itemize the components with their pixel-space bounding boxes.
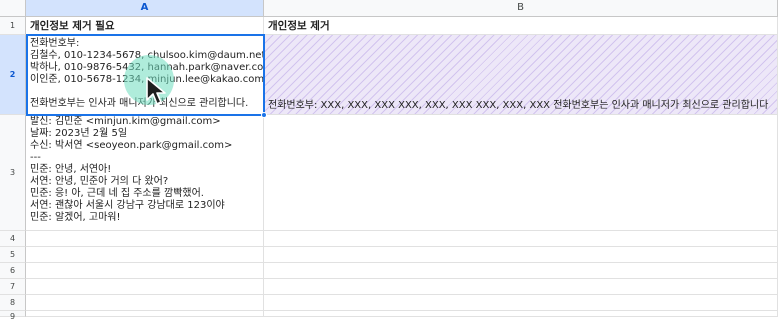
cell-b1[interactable]: 개인정보 제거 [264, 17, 778, 35]
cell-a1[interactable]: 개인정보 제거 필요 [26, 17, 264, 35]
cell-b3[interactable] [264, 115, 778, 231]
cell-b4[interactable] [264, 231, 778, 247]
mouse-pointer-icon [146, 77, 166, 105]
cell-a9[interactable] [26, 311, 264, 317]
row-header-8[interactable]: 8 [0, 295, 26, 311]
cell-a3[interactable]: 발신: 김민준 <minjun.kim@gmail.com> 날짜: 2023년… [26, 115, 264, 231]
cell-a7[interactable] [26, 279, 264, 295]
row-header-4[interactable]: 4 [0, 231, 26, 247]
row-header-5[interactable]: 5 [0, 247, 26, 263]
fill-handle[interactable] [261, 112, 267, 118]
cell-a8[interactable] [26, 295, 264, 311]
cell-a4[interactable] [26, 231, 264, 247]
cell-b6[interactable] [264, 263, 778, 279]
spreadsheet-grid: A B 1 2 3 4 5 6 7 8 9 개인정보 제거 필요 개인정보 제거… [0, 0, 778, 321]
row-header-2[interactable]: 2 [0, 35, 26, 115]
cell-b2[interactable]: 전화번호부: XXX, XXX, XXX XXX, XXX, XXX XXX, … [264, 35, 778, 115]
cell-b7[interactable] [264, 279, 778, 295]
column-header-b[interactable]: B [264, 0, 778, 17]
cell-b8[interactable] [264, 295, 778, 311]
row-header-9[interactable]: 9 [0, 311, 26, 321]
row-header-7[interactable]: 7 [0, 279, 26, 295]
cell-b9[interactable] [264, 311, 778, 317]
column-header-a[interactable]: A [26, 0, 264, 17]
cell-b5[interactable] [264, 247, 778, 263]
row-header-1[interactable]: 1 [0, 17, 26, 35]
cell-a6[interactable] [26, 263, 264, 279]
cell-a5[interactable] [26, 247, 264, 263]
select-all-corner[interactable] [0, 0, 26, 17]
row-header-6[interactable]: 6 [0, 263, 26, 279]
row-header-3[interactable]: 3 [0, 115, 26, 231]
